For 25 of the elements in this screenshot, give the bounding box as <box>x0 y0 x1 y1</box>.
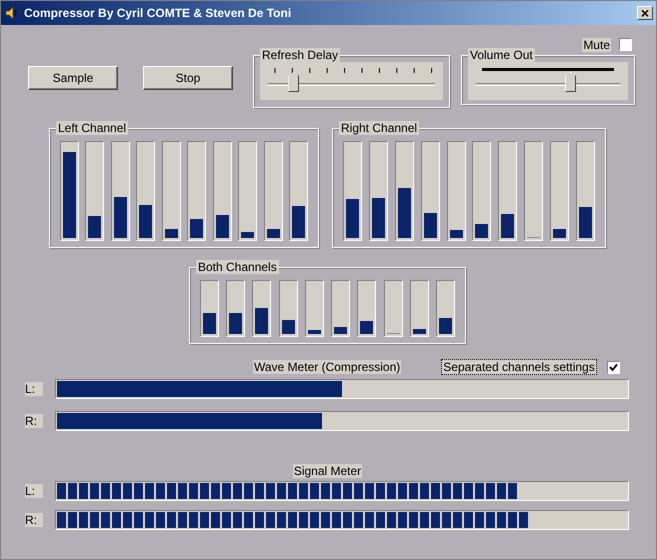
group-label: Refresh Delay <box>260 48 340 62</box>
channel-label: R: <box>25 414 43 428</box>
meter-title: Wave Meter (Compression) <box>253 360 402 374</box>
group-label: Right Channel <box>339 121 420 135</box>
channel-label: L: <box>25 382 43 396</box>
checkbox-label: Separated channels settings <box>441 359 597 375</box>
action-button[interactable]: Stop <box>143 66 233 90</box>
slider[interactable] <box>260 62 443 100</box>
action-button[interactable]: Sample <box>28 66 118 90</box>
group-label: Both Channels <box>196 260 279 274</box>
group-label: Volume Out <box>468 48 535 62</box>
close-button[interactable]: × <box>637 6 653 20</box>
meter-title: Signal Meter <box>292 464 362 478</box>
checkmark-icon <box>608 362 618 372</box>
checkbox[interactable] <box>619 38 632 51</box>
slider-thumb[interactable] <box>565 72 576 92</box>
group-label: Left Channel <box>56 121 128 135</box>
checkbox[interactable] <box>606 360 620 374</box>
window-title: Compressor By Cyril COMTE & Steven De Toni <box>24 5 292 22</box>
mute-label: Mute <box>582 38 611 52</box>
slider-thumb[interactable] <box>288 72 300 92</box>
channel-label: R: <box>25 513 43 527</box>
slider[interactable] <box>468 62 628 100</box>
speaker-icon <box>4 6 18 20</box>
channel-label: L: <box>25 484 43 498</box>
